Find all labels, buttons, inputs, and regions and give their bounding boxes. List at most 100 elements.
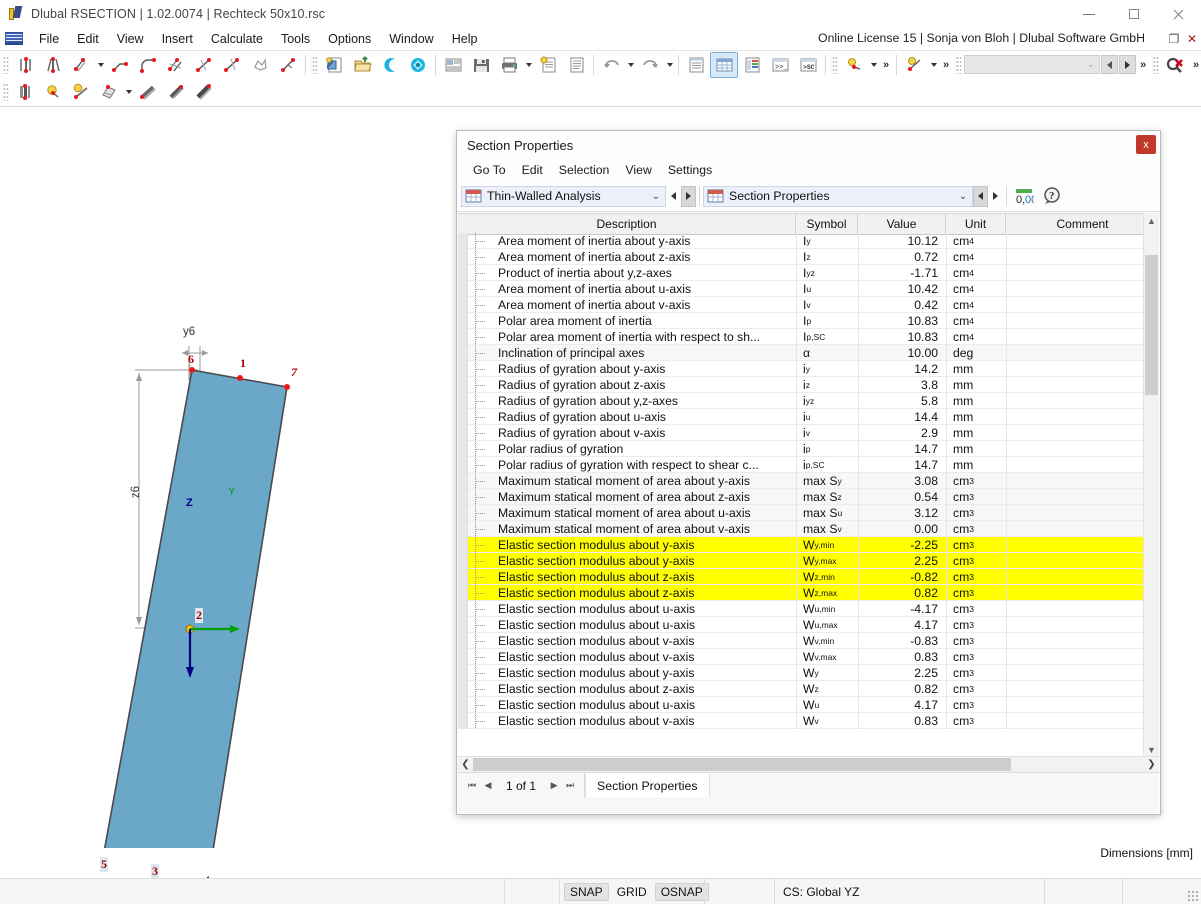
table-row[interactable]: Elastic section modulus about z-axisWz0.… <box>458 681 1159 697</box>
cell-comment[interactable] <box>1006 441 1159 457</box>
cell-symbol[interactable]: max Sz <box>796 489 858 505</box>
grid-toggle[interactable]: GRID <box>612 884 652 900</box>
cell-symbol[interactable]: Wu,max <box>796 617 858 633</box>
cell-value[interactable]: 0.82 <box>858 681 946 697</box>
table-row[interactable]: Elastic section modulus about y-axisWy,m… <box>458 553 1159 569</box>
document-close-button[interactable]: ✕ <box>1183 28 1201 50</box>
line-render-dropdown-caret[interactable] <box>928 53 939 77</box>
cell-comment[interactable] <box>1006 409 1159 425</box>
cell-comment[interactable] <box>1006 537 1159 553</box>
cell-comment[interactable] <box>1006 329 1159 345</box>
cell-description[interactable]: Area moment of inertia about z-axis <box>496 250 796 264</box>
table-row[interactable]: Elastic section modulus about v-axisWv0.… <box>458 713 1159 729</box>
cell-unit[interactable]: cm3 <box>946 505 1006 521</box>
cell-symbol[interactable]: Wv,max <box>796 649 858 665</box>
cell-unit[interactable]: cm3 <box>946 553 1006 569</box>
cell-value[interactable]: 4.17 <box>858 697 946 713</box>
cell-symbol[interactable]: max Su <box>796 505 858 521</box>
cell-unit[interactable]: cm4 <box>946 249 1006 265</box>
navigator-icon[interactable] <box>682 52 710 78</box>
cell-comment[interactable] <box>1006 569 1159 585</box>
node-6[interactable] <box>189 367 195 373</box>
cell-unit[interactable]: cm3 <box>946 489 1006 505</box>
render-dropdown-caret[interactable] <box>868 53 879 77</box>
cell-unit[interactable]: mm <box>946 441 1006 457</box>
table-row[interactable]: Elastic section modulus about z-axisWz,m… <box>458 569 1159 585</box>
table-row[interactable]: Area moment of inertia about u-axisIu10.… <box>458 281 1159 297</box>
cell-description[interactable]: Elastic section modulus about v-axis <box>496 634 796 648</box>
save-icon[interactable] <box>467 52 495 78</box>
polygon-icon[interactable] <box>246 52 274 78</box>
cell-symbol[interactable]: Iv <box>796 297 858 313</box>
cell-description[interactable]: Polar area moment of inertia with respec… <box>496 330 796 344</box>
section-shape[interactable] <box>100 370 287 848</box>
cell-comment[interactable] <box>1006 585 1159 601</box>
cell-symbol[interactable]: ip <box>796 441 858 457</box>
open-folder-icon[interactable] <box>348 52 376 78</box>
table-row[interactable]: Inclination of principal axesα10.00deg <box>458 345 1159 361</box>
redo-dropdown-caret[interactable] <box>664 53 675 77</box>
console-icon[interactable]: >>_ <box>766 52 794 78</box>
toolbar-overflow-chevrons[interactable]: » <box>939 53 953 77</box>
cell-description[interactable]: Elastic section modulus about y-axis <box>496 666 796 680</box>
menu-tools[interactable]: Tools <box>272 30 319 48</box>
polyline-icon[interactable] <box>106 52 134 78</box>
cell-value[interactable]: 0.00 <box>858 521 946 537</box>
analysis-next-button[interactable] <box>681 186 696 207</box>
chevron-down-icon[interactable]: ⌄ <box>954 191 972 202</box>
column-header-comment[interactable]: Comment <box>1006 214 1159 233</box>
cell-unit[interactable]: cm3 <box>946 697 1006 713</box>
cell-value[interactable]: 2.25 <box>858 665 946 681</box>
cell-symbol[interactable]: Ip <box>796 313 858 329</box>
parallel-lines-icon[interactable] <box>11 52 39 78</box>
cell-comment[interactable] <box>1006 665 1159 681</box>
toolbar-overflow-chevrons[interactable]: » <box>879 53 893 77</box>
cell-description[interactable]: Maximum statical moment of area about u-… <box>496 506 796 520</box>
chevron-down-icon[interactable]: ⌄ <box>647 191 665 202</box>
table-row[interactable]: Maximum statical moment of area about v-… <box>458 521 1159 537</box>
cell-value[interactable]: 10.83 <box>858 313 946 329</box>
cell-value[interactable]: 14.7 <box>858 457 946 473</box>
cell-value[interactable]: 14.7 <box>858 441 946 457</box>
cell-symbol[interactable]: Wz,max <box>796 585 858 601</box>
cell-value[interactable]: -1.71 <box>858 265 946 281</box>
rfem-link-icon[interactable] <box>404 52 432 78</box>
cell-value[interactable]: -0.82 <box>858 569 946 585</box>
table-row[interactable]: Elastic section modulus about v-axisWv,m… <box>458 633 1159 649</box>
cell-value[interactable]: 3.08 <box>858 473 946 489</box>
table-prev-button[interactable] <box>973 186 988 207</box>
table-row[interactable]: Radius of gyration about u-axisiu14.4mm <box>458 409 1159 425</box>
cell-unit[interactable]: mm <box>946 361 1006 377</box>
cell-value[interactable]: 10.00 <box>858 345 946 361</box>
cell-description[interactable]: Polar radius of gyration with respect to… <box>496 458 796 472</box>
vertical-scroll-thumb[interactable] <box>1145 255 1158 395</box>
cell-comment[interactable] <box>1006 521 1159 537</box>
cell-value[interactable]: 0.83 <box>858 713 946 729</box>
member-icon[interactable] <box>134 79 162 105</box>
cell-unit[interactable]: cm3 <box>946 681 1006 697</box>
cell-symbol[interactable]: iz <box>796 377 858 393</box>
cell-description[interactable]: Elastic section modulus about z-axis <box>496 682 796 696</box>
cell-symbol[interactable]: α <box>796 345 858 361</box>
cell-comment[interactable] <box>1006 265 1159 281</box>
prev-page-button[interactable]: ◀ <box>480 775 496 797</box>
new-report-icon[interactable] <box>534 52 562 78</box>
cell-unit[interactable]: cm3 <box>946 521 1006 537</box>
line-extend-icon[interactable] <box>218 52 246 78</box>
script-icon[interactable]: >SC <box>794 52 822 78</box>
cell-description[interactable]: Elastic section modulus about v-axis <box>496 714 796 728</box>
column-header-symbol[interactable]: Symbol <box>796 214 858 233</box>
toolbar-grip[interactable] <box>955 55 962 74</box>
cell-description[interactable]: Area moment of inertia about v-axis <box>496 298 796 312</box>
report-icon[interactable] <box>562 52 590 78</box>
cell-unit[interactable]: cm4 <box>946 313 1006 329</box>
minimize-button[interactable] <box>1066 0 1111 28</box>
cell-value[interactable]: 14.4 <box>858 409 946 425</box>
member2-icon[interactable] <box>162 79 190 105</box>
scroll-left-arrow[interactable]: ❮ <box>458 757 473 772</box>
table-select-combo[interactable]: Section Properties ⌄ <box>703 186 973 207</box>
cell-description[interactable]: Area moment of inertia about y-axis <box>496 234 796 248</box>
cell-unit[interactable]: mm <box>946 377 1006 393</box>
cell-comment[interactable] <box>1006 297 1159 313</box>
table-row[interactable]: Elastic section modulus about u-axisWu,m… <box>458 617 1159 633</box>
